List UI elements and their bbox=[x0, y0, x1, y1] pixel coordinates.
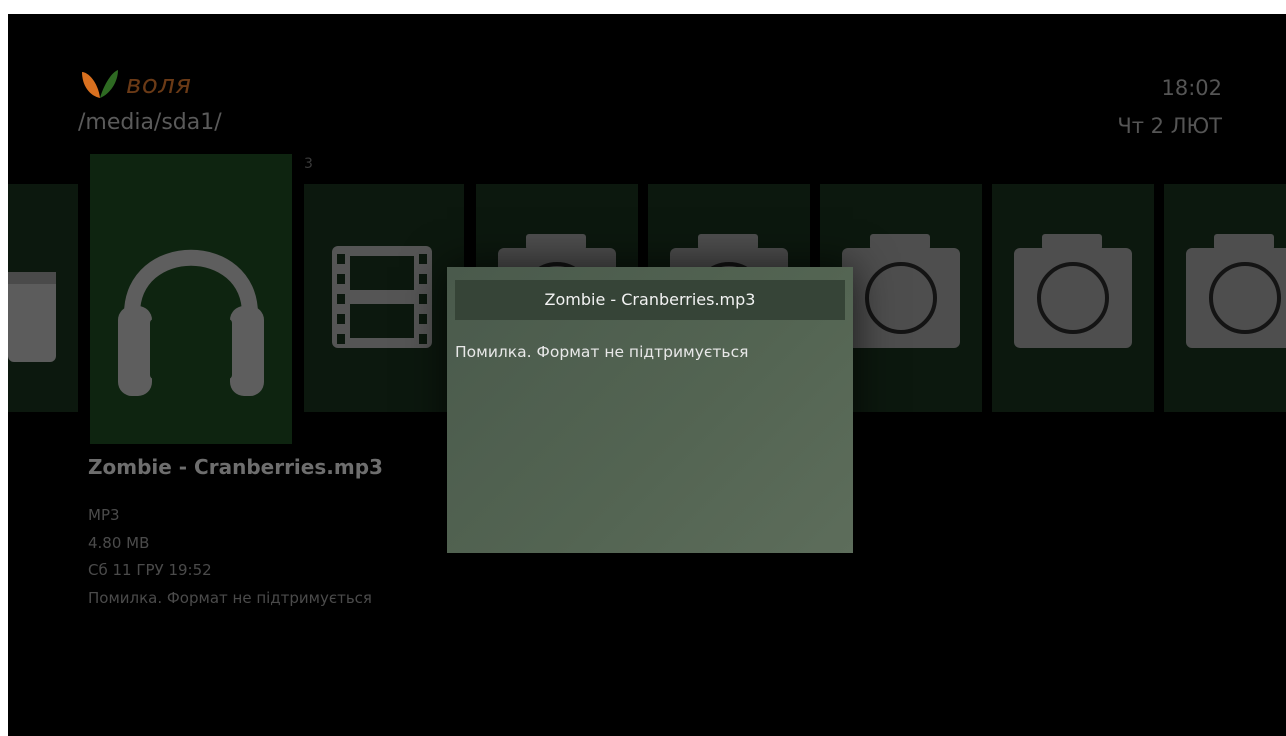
headphones-icon bbox=[118, 249, 264, 396]
dialog-title: Zombie - Cranberries.mp3 bbox=[455, 280, 845, 320]
media-browser-screen: воля /media/sda1/ 18:02 Чт 2 ЛЮТ 3 Zombi… bbox=[8, 14, 1286, 736]
brand-logo: воля bbox=[78, 68, 192, 102]
carousel-item-photo-4[interactable] bbox=[992, 184, 1154, 412]
carousel-item-photo-5[interactable] bbox=[1164, 184, 1286, 412]
selected-file-title: Zombie - Cranberries.mp3 bbox=[88, 455, 383, 479]
error-dialog[interactable]: Zombie - Cranberries.mp3 Помилка. Формат… bbox=[447, 267, 853, 553]
file-size: 4.80 MB bbox=[88, 534, 150, 552]
date-display: Чт 2 ЛЮТ bbox=[1117, 114, 1222, 138]
file-date: Сб 11 ГРУ 19:52 bbox=[88, 561, 212, 579]
film-icon bbox=[332, 246, 432, 348]
leaf-logo-icon bbox=[82, 70, 118, 98]
clock: 18:02 bbox=[1161, 76, 1222, 100]
carousel-item-video[interactable] bbox=[304, 184, 464, 412]
camera-icon bbox=[1186, 234, 1286, 348]
file-status-message: Помилка. Формат не підтримується bbox=[88, 589, 372, 607]
radio-icon bbox=[8, 272, 56, 362]
brand-name: воля bbox=[126, 70, 192, 100]
current-path: /media/sda1/ bbox=[78, 110, 222, 135]
carousel-item-radio[interactable] bbox=[8, 184, 78, 412]
carousel-item-audio-selected[interactable] bbox=[90, 154, 292, 444]
item-counter: 3 bbox=[304, 156, 313, 172]
dialog-message: Помилка. Формат не підтримується bbox=[455, 343, 749, 361]
camera-icon bbox=[1014, 234, 1132, 348]
file-format: MP3 bbox=[88, 506, 120, 524]
